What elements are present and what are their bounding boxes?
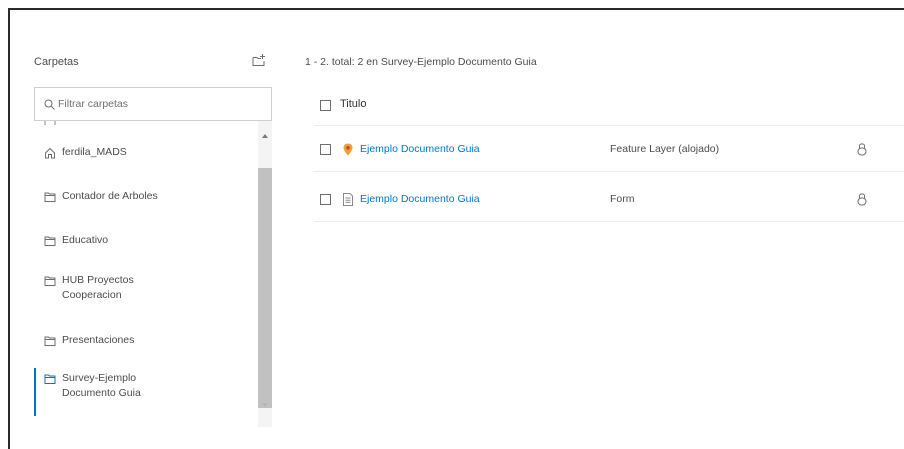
feature-layer-icon bbox=[343, 143, 353, 156]
row-checkbox[interactable] bbox=[320, 144, 331, 155]
scroll-up-arrow-icon[interactable] bbox=[262, 134, 268, 138]
folder-item-label: Contador de Arboles bbox=[62, 190, 158, 202]
item-title-link[interactable]: Ejemplo Documento Guia bbox=[360, 143, 480, 155]
folder-item-label-line1: Survey-Ejemplo bbox=[62, 372, 137, 384]
new-folder-icon[interactable] bbox=[252, 53, 266, 67]
row-checkbox[interactable] bbox=[320, 194, 331, 205]
title-column-header[interactable]: Titulo bbox=[340, 98, 367, 110]
folder-list-scrollbar[interactable] bbox=[258, 121, 272, 427]
results-summary: 1 - 2. total: 2 en Survey-Ejemplo Docume… bbox=[305, 56, 537, 68]
folder-item-survey-ejemplo-documento-guia[interactable]: Survey-Ejemplo Documento Guia bbox=[34, 368, 258, 416]
folder-item-label-line1: HUB Proyectos bbox=[62, 274, 134, 286]
home-icon bbox=[45, 147, 55, 159]
item-title-link[interactable]: Ejemplo Documento Guia bbox=[360, 193, 480, 205]
folder-item-label-line2: Documento Guia bbox=[62, 387, 141, 399]
table-row: Ejemplo Documento Guia Feature Layer (al… bbox=[314, 129, 904, 172]
item-type: Form bbox=[610, 193, 635, 205]
filter-folders-input[interactable] bbox=[58, 98, 258, 110]
folder-item-label: ferdila_MADS bbox=[62, 146, 127, 158]
partially-hidden-folder-item[interactable] bbox=[44, 121, 56, 125]
folder-open-icon bbox=[44, 374, 56, 384]
folder-item-ferdila-mads[interactable]: ferdila_MADS bbox=[34, 145, 258, 160]
folder-list: ferdila_MADS Contador de Arboles Educati… bbox=[34, 121, 258, 427]
scrollbar-thumb[interactable] bbox=[258, 168, 272, 408]
lock-icon bbox=[857, 143, 867, 156]
folder-icon bbox=[44, 276, 56, 286]
select-all-checkbox[interactable] bbox=[320, 100, 331, 111]
folder-item-label: Survey-Ejemplo Documento Guia bbox=[62, 371, 141, 401]
folder-item-label-line2: Cooperacion bbox=[62, 289, 122, 301]
item-type: Feature Layer (alojado) bbox=[610, 143, 720, 155]
form-document-icon bbox=[343, 193, 353, 206]
folder-item-contador-de-arboles[interactable]: Contador de Arboles bbox=[34, 189, 258, 204]
folder-icon bbox=[44, 336, 56, 346]
filter-folders-box[interactable] bbox=[34, 87, 272, 121]
folder-item-hub-proyectos-cooperacion[interactable]: HUB Proyectos Cooperacion bbox=[34, 273, 258, 303]
folder-item-label: HUB Proyectos Cooperacion bbox=[62, 273, 134, 303]
folder-item-label: Educativo bbox=[62, 234, 109, 246]
table-row: Ejemplo Documento Guia Form bbox=[314, 179, 904, 222]
folders-heading: Carpetas bbox=[34, 56, 79, 68]
folder-item-label: Presentaciones bbox=[62, 334, 135, 346]
table-header-row: Titulo bbox=[314, 86, 904, 126]
search-icon bbox=[44, 99, 55, 110]
lock-icon bbox=[857, 193, 867, 206]
folder-icon bbox=[44, 121, 56, 125]
folder-icon bbox=[44, 236, 56, 246]
folder-item-educativo[interactable]: Educativo bbox=[34, 233, 258, 248]
folder-icon bbox=[44, 192, 56, 202]
scroll-down-arrow-icon[interactable] bbox=[262, 403, 268, 407]
folder-item-presentaciones[interactable]: Presentaciones bbox=[34, 333, 258, 348]
